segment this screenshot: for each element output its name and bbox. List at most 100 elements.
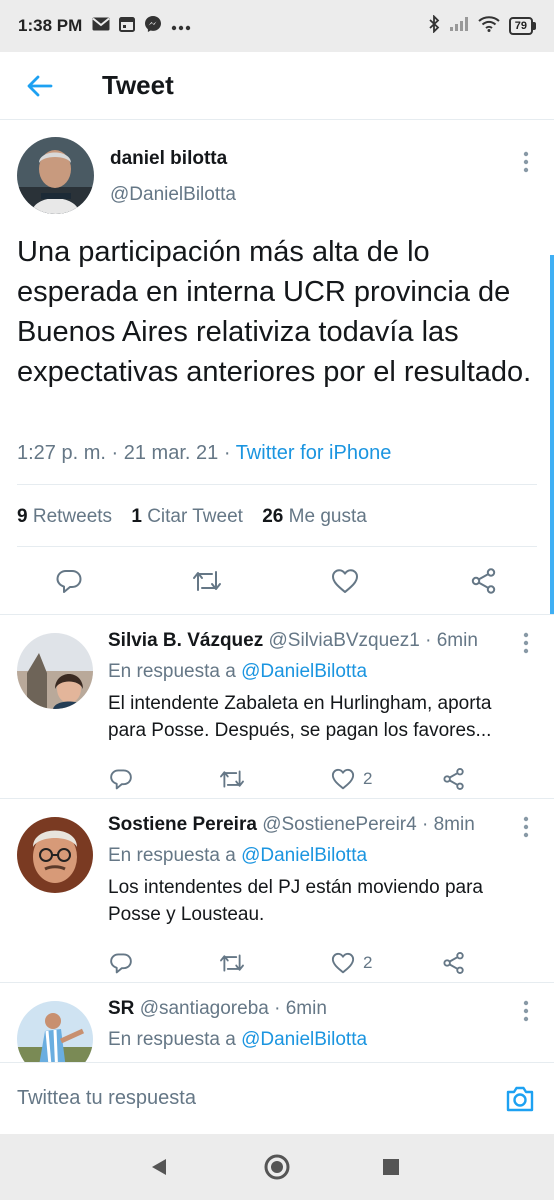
more-vertical-icon <box>523 632 529 654</box>
meta-separator: · <box>111 442 119 464</box>
nav-back-button[interactable] <box>142 1150 176 1184</box>
status-bar: 1:38 PM 79 <box>0 0 554 52</box>
battery-icon: 79 <box>508 17 536 35</box>
reply-author-handle[interactable]: @santiagoreba <box>140 998 269 1019</box>
quotes-stat[interactable]: 1 Citar Tweet <box>131 506 243 527</box>
reply-time: · 6min <box>425 630 478 651</box>
like-button[interactable] <box>323 560 367 602</box>
tweet-date: 21 mar. 21 <box>123 442 219 464</box>
recents-square-icon <box>383 1159 399 1175</box>
replying-to: En respuesta a @DanielBilotta <box>108 661 367 683</box>
quotes-label: Citar Tweet <box>147 506 243 527</box>
like-count: 2 <box>363 769 373 788</box>
reply-more-button[interactable] <box>516 815 536 839</box>
author-handle[interactable]: @DanielBilotta <box>110 184 236 206</box>
reply-icon <box>56 570 82 593</box>
messenger-icon <box>144 15 162 38</box>
reply-text-line: Los intendentes del PJ están moviendo pa… <box>108 877 483 898</box>
reply-author-handle[interactable]: @SilviaBVzquez1 <box>269 630 420 651</box>
retweets-stat[interactable]: 9 Retweets <box>17 506 112 527</box>
avatar[interactable] <box>17 633 93 709</box>
reply-time: · 8min <box>421 814 475 835</box>
nav-recents-button[interactable] <box>374 1150 408 1184</box>
tweet-actions <box>0 560 554 602</box>
share-icon <box>471 568 496 594</box>
like-button[interactable]: 2 <box>331 945 372 981</box>
reply-text-line: para Posse. Después, se pagan los favore… <box>108 720 492 741</box>
reply-tweet[interactable]: Sostiene Pereira @SostienePereir4 · 8min… <box>0 799 554 983</box>
retweet-button[interactable] <box>185 560 229 602</box>
reply-author-name[interactable]: SR <box>108 998 134 1019</box>
reply-author-handle[interactable]: @SostienePereir4 <box>262 814 416 835</box>
reply-input[interactable] <box>17 1087 477 1110</box>
replying-to-label: En respuesta a <box>108 661 236 682</box>
signal-icon <box>449 16 469 37</box>
avatar[interactable] <box>17 137 94 214</box>
more-options-button[interactable] <box>516 150 536 174</box>
reply-text: Los intendentes del PJ están moviendo pa… <box>108 874 538 928</box>
reply-composer <box>0 1062 554 1134</box>
notification-icons <box>92 15 191 38</box>
retweet-icon <box>220 954 244 972</box>
reply-text: El intendente Zabaleta en Hurlingham, ap… <box>108 690 538 744</box>
reply-more-button[interactable] <box>516 999 536 1023</box>
avatar[interactable] <box>17 817 93 893</box>
back-button[interactable] <box>0 52 80 120</box>
calendar-icon <box>119 16 136 37</box>
like-button[interactable]: 2 <box>331 761 372 797</box>
likes-label: Me gusta <box>288 506 367 527</box>
replying-to-handle[interactable]: @DanielBilotta <box>241 661 367 682</box>
reply-time: · 6min <box>274 998 327 1019</box>
replying-to: En respuesta a @DanielBilotta <box>108 845 367 867</box>
reply-author-name[interactable]: Sostiene Pereira <box>108 814 257 835</box>
camera-button[interactable] <box>504 1083 536 1115</box>
more-vertical-icon <box>523 1000 529 1022</box>
heart-icon <box>331 952 355 974</box>
reply-author-name[interactable]: Silvia B. Vázquez <box>108 630 263 651</box>
retweet-button[interactable] <box>219 761 245 797</box>
avatar[interactable] <box>17 1001 93 1062</box>
likes-stat[interactable]: 26 Me gusta <box>262 506 367 527</box>
divider <box>17 546 537 547</box>
system-navigation-bar <box>0 1134 554 1200</box>
like-count: 2 <box>363 953 373 972</box>
nav-home-button[interactable] <box>260 1150 294 1184</box>
reply-text-line: El intendente Zabaleta en Hurlingham, ap… <box>108 693 492 714</box>
likes-count: 26 <box>262 506 284 527</box>
replying-to-handle[interactable]: @DanielBilotta <box>241 845 367 866</box>
tweet-source-link[interactable]: Twitter for iPhone <box>236 442 392 464</box>
meta-separator: · <box>223 442 231 464</box>
reply-header: SR @santiagoreba · 6min <box>108 998 327 1020</box>
tweet-stats: 9 Retweets 1 Citar Tweet 26 Me gusta <box>17 506 381 528</box>
share-button[interactable] <box>462 560 506 602</box>
replying-to: En respuesta a @DanielBilotta <box>108 1029 367 1051</box>
reply-button[interactable] <box>47 560 91 602</box>
retweet-button[interactable] <box>219 945 245 981</box>
status-time: 1:38 PM <box>18 16 83 35</box>
share-button[interactable] <box>442 761 466 797</box>
reply-header: Sostiene Pereira @SostienePereir4 · 8min <box>108 814 475 836</box>
replying-to-handle[interactable]: @DanielBilotta <box>241 1029 367 1050</box>
reply-tweet[interactable]: SR @santiagoreba · 6min En respuesta a @… <box>0 983 554 1062</box>
share-button[interactable] <box>442 945 466 981</box>
divider <box>17 484 537 485</box>
arrow-left-icon <box>27 75 53 96</box>
tweet-time: 1:27 p. m. <box>17 442 106 464</box>
author-name[interactable]: daniel bilotta <box>110 148 227 170</box>
heart-icon <box>332 569 358 593</box>
retweets-count: 9 <box>17 506 28 527</box>
reply-button[interactable] <box>109 945 133 981</box>
heart-icon <box>331 768 355 790</box>
tweet-text: Una participación más alta de lo esperad… <box>17 236 532 388</box>
retweets-label: Retweets <box>32 506 113 527</box>
battery-level: 79 <box>508 17 533 35</box>
reply-tweet[interactable]: Silvia B. Vázquez @SilviaBVzquez1 · 6min… <box>0 615 554 799</box>
back-triangle-icon <box>152 1159 166 1175</box>
more-dots-icon <box>171 16 191 36</box>
reply-header: Silvia B. Vázquez @SilviaBVzquez1 · 6min <box>108 630 478 652</box>
wifi-icon <box>478 15 500 37</box>
reply-button[interactable] <box>109 761 133 797</box>
page-title: Tweet <box>102 70 174 100</box>
reply-more-button[interactable] <box>516 631 536 655</box>
quotes-count: 1 <box>131 506 142 527</box>
